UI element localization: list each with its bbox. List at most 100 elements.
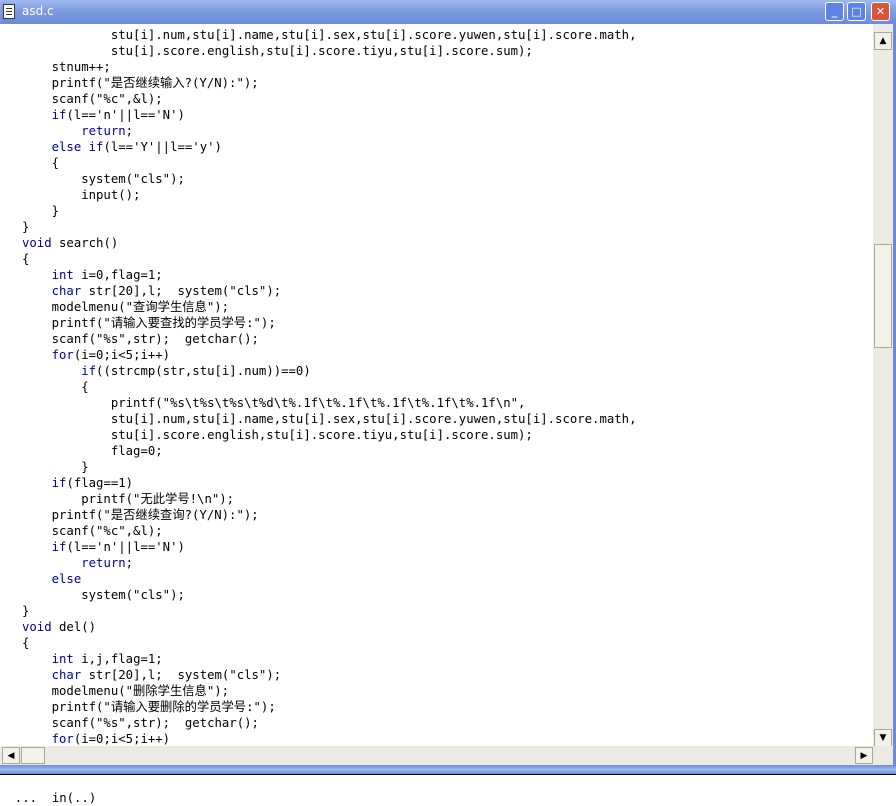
code-text: printf("请输入要查找的学员学号:"); <box>22 316 276 330</box>
code-line: stu[i].num,stu[i].name,stu[i].sex,stu[i]… <box>22 411 637 427</box>
code-text: { <box>22 156 60 170</box>
code-text: { <box>22 636 30 650</box>
code-line: for(i=0;i<5;i++) <box>22 731 170 746</box>
code-line: void search() <box>22 235 118 251</box>
code-text: ; <box>125 556 134 570</box>
code-line: stu[i].num,stu[i].name,stu[i].sex,stu[i]… <box>22 27 637 43</box>
code-keyword: int <box>51 652 74 666</box>
code-keyword: void <box>22 620 52 634</box>
code-text: printf("是否继续查询?(Y/N):"); <box>22 508 259 522</box>
scroll-up-button[interactable]: ▲ <box>874 32 892 50</box>
code-text: scanf("%s",str); getchar(); <box>22 716 259 730</box>
code-keyword: char <box>51 284 82 298</box>
code-text: search() <box>51 236 119 250</box>
code-text: } <box>22 220 30 234</box>
code-line: else if(l=='Y'||l=='y') <box>22 139 222 155</box>
code-text: i,j,flag=1; <box>73 652 163 666</box>
code-text: printf("是否继续输入?(Y/N):"); <box>22 76 259 90</box>
horizontal-scrollbar[interactable] <box>0 746 873 765</box>
close-icon: ✕ <box>875 5 886 18</box>
minimize-icon: _ <box>831 5 838 18</box>
code-keyword: for <box>51 732 74 746</box>
code-text: stu[i].num,stu[i].name,stu[i].sex,stu[i]… <box>22 412 637 426</box>
vertical-scroll-thumb[interactable] <box>874 244 892 348</box>
code-editor[interactable]: stu[i].num,stu[i].name,stu[i].sex,stu[i]… <box>0 24 873 746</box>
code-text: system("cls"); <box>22 172 185 186</box>
code-line: printf("是否继续查询?(Y/N):"); <box>22 507 259 523</box>
document-icon <box>3 4 15 19</box>
code-line: modelmenu("删除学生信息"); <box>22 683 229 699</box>
scroll-down-button[interactable]: ▼ <box>874 729 892 747</box>
window-title: asd.c <box>22 4 54 18</box>
code-text: stnum++; <box>22 60 111 74</box>
code-line: stu[i].score.english,stu[i].score.tiyu,s… <box>22 43 533 59</box>
code-line: system("cls"); <box>22 171 185 187</box>
code-line: else <box>22 571 82 587</box>
code-text: printf("%s\t%s\t%s\t%d\t%.1f\t%.1f\t%.1f… <box>22 396 526 410</box>
code-line: stnum++; <box>22 59 111 75</box>
code-text: } <box>22 604 30 618</box>
code-text: (l=='Y'||l=='y') <box>103 140 222 154</box>
code-line: modelmenu("查询学生信息"); <box>22 299 229 315</box>
scroll-left-button[interactable]: ◀ <box>2 747 20 764</box>
minimize-button[interactable]: _ <box>825 2 844 21</box>
code-keyword: int <box>51 268 74 282</box>
code-line: stu[i].score.english,stu[i].score.tiyu,s… <box>22 427 533 443</box>
code-line: scanf("%s",str); getchar(); <box>22 331 259 347</box>
code-text: (i=0;i<5;i++) <box>73 732 171 746</box>
code-line: char str[20],l; system("cls"); <box>22 667 282 683</box>
code-line: { <box>22 155 59 171</box>
vertical-scrollbar[interactable] <box>873 24 893 746</box>
code-line: scanf("%c",&l); <box>22 91 163 107</box>
code-line: if(flag==1) <box>22 475 133 491</box>
code-text: stu[i].score.english,stu[i].score.tiyu,s… <box>22 428 533 442</box>
code-line: { <box>22 251 29 267</box>
horizontal-scroll-thumb[interactable] <box>21 747 45 764</box>
code-line: printf("无此学号!\n"); <box>22 491 234 507</box>
code-line: char str[20],l; system("cls"); <box>22 283 282 299</box>
code-text: (l=='n'||l=='N') <box>66 108 185 122</box>
code-text: str[20],l; system("cls"); <box>81 668 282 682</box>
code-line: int i,j,flag=1; <box>22 651 163 667</box>
code-line: scanf("%c",&l); <box>22 523 163 539</box>
code-line: int i=0,flag=1; <box>22 267 163 283</box>
code-line: } <box>22 603 29 619</box>
maximize-button[interactable]: □ <box>847 2 866 21</box>
code-keyword: if <box>51 476 67 490</box>
close-button[interactable]: ✕ <box>871 2 890 21</box>
code-text: modelmenu("查询学生信息"); <box>22 300 230 314</box>
code-keyword: return <box>81 556 126 570</box>
code-line: } <box>22 459 89 475</box>
code-line: flag=0; <box>22 443 163 459</box>
code-text: ; <box>125 124 134 138</box>
code-line: for(i=0;i<5;i++) <box>22 347 170 363</box>
code-text: (l=='n'||l=='N') <box>66 540 185 554</box>
code-text: ((strcmp(str,stu[i].num))==0) <box>96 364 311 378</box>
arrow-down-icon: ▼ <box>879 733 887 743</box>
code-line: return; <box>22 123 133 139</box>
scroll-right-button[interactable]: ▶ <box>855 747 873 764</box>
code-keyword: void <box>22 236 52 250</box>
code-line: { <box>22 635 29 651</box>
code-line: if(l=='n'||l=='N') <box>22 107 185 123</box>
code-line: } <box>22 219 29 235</box>
code-text: modelmenu("删除学生信息"); <box>22 684 230 698</box>
scrollbar-corner <box>873 746 893 765</box>
arrow-up-icon: ▲ <box>879 36 887 46</box>
code-text: { <box>22 252 30 266</box>
code-keyword: return <box>81 124 126 138</box>
maximize-icon: □ <box>851 5 862 18</box>
title-bar[interactable]: asd.c _ □ ✕ <box>0 0 896 24</box>
code-text: } <box>22 460 89 474</box>
code-line: return; <box>22 555 133 571</box>
